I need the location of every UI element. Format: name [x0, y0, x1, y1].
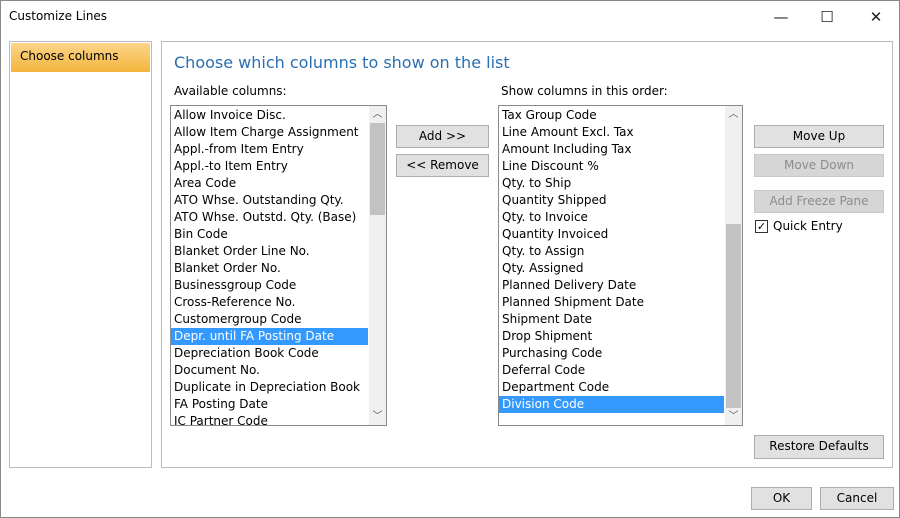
list-item[interactable]: Line Amount Excl. Tax — [499, 124, 724, 141]
list-item[interactable]: Area Code — [171, 175, 368, 192]
list-item[interactable]: Tax Group Code — [499, 107, 724, 124]
list-item[interactable]: Depreciation Book Code — [171, 345, 368, 362]
list-item[interactable]: ATO Whse. Outstd. Qty. (Base) — [171, 209, 368, 226]
list-item[interactable]: Quantity Invoiced — [499, 226, 724, 243]
list-item[interactable]: Line Discount % — [499, 158, 724, 175]
list-item[interactable]: Shipment Date — [499, 311, 724, 328]
list-item[interactable]: Purchasing Code — [499, 345, 724, 362]
scroll-up-icon[interactable]: ︿ — [369, 106, 386, 123]
move-up-button[interactable]: Move Up — [754, 125, 884, 148]
available-scrollbar[interactable]: ︿ ﹀ — [369, 106, 386, 425]
scroll-down-icon[interactable]: ﹀ — [369, 408, 386, 425]
scroll-down-icon[interactable]: ﹀ — [725, 408, 742, 425]
list-item[interactable]: Customergroup Code — [171, 311, 368, 328]
list-item[interactable]: Qty. Assigned — [499, 260, 724, 277]
list-item[interactable]: Amount Including Tax — [499, 141, 724, 158]
list-item[interactable]: IC Partner Code — [171, 413, 368, 425]
list-item[interactable]: Bin Code — [171, 226, 368, 243]
list-item[interactable]: Quantity Shipped — [499, 192, 724, 209]
available-columns-list[interactable]: Allow Invoice Disc. Allow Item Charge Ass… — [170, 105, 387, 426]
list-item[interactable]: Appl.-from Item Entry — [171, 141, 368, 158]
add-button[interactable]: Add >> — [396, 125, 489, 148]
restore-defaults-button[interactable]: Restore Defaults — [754, 435, 884, 459]
list-item[interactable]: Businessgroup Code — [171, 277, 368, 294]
list-item[interactable]: Qty. to Assign — [499, 243, 724, 260]
shown-scrollbar[interactable]: ︿ ﹀ — [725, 106, 742, 425]
list-item[interactable]: Qty. to Ship — [499, 175, 724, 192]
list-item[interactable]: Drop Shipment — [499, 328, 724, 345]
list-item[interactable]: ATO Whse. Outstanding Qty. — [171, 192, 368, 209]
list-item[interactable]: Planned Delivery Date — [499, 277, 724, 294]
nav-panel: Choose columns — [9, 41, 152, 468]
minimize-button[interactable]: — — [766, 5, 796, 29]
scrollbar-thumb[interactable] — [726, 224, 741, 408]
list-item[interactable]: Allow Invoice Disc. — [171, 107, 368, 124]
window-title: Customize Lines — [9, 9, 108, 23]
remove-button[interactable]: << Remove — [396, 154, 489, 177]
move-down-button[interactable]: Move Down — [754, 154, 884, 177]
close-button[interactable]: ✕ — [861, 5, 891, 29]
list-item[interactable]: Document No. — [171, 362, 368, 379]
quick-entry-checkbox[interactable]: ✓ — [755, 220, 768, 233]
list-item[interactable]: Department Code — [499, 379, 724, 396]
list-item[interactable]: Depr. until FA Posting Date — [171, 328, 368, 345]
scrollbar-thumb[interactable] — [370, 123, 385, 215]
list-item[interactable]: FA Posting Date — [171, 396, 368, 413]
page-title: Choose which columns to show on the list — [174, 53, 510, 72]
ok-button[interactable]: OK — [751, 487, 812, 510]
list-item[interactable]: Division Code — [499, 396, 724, 413]
list-item[interactable]: Allow Item Charge Assignment — [171, 124, 368, 141]
maximize-button[interactable]: ☐ — [812, 5, 842, 29]
shown-columns-list[interactable]: Tax Group Code Line Amount Excl. Tax Amoun… — [498, 105, 743, 426]
shown-columns-label: Show columns in this order: — [501, 84, 668, 98]
list-item[interactable]: Deferral Code — [499, 362, 724, 379]
quick-entry-label[interactable]: Quick Entry — [773, 219, 843, 233]
cancel-button[interactable]: Cancel — [820, 487, 894, 510]
list-item[interactable]: Blanket Order Line No. — [171, 243, 368, 260]
nav-item-choose-columns[interactable]: Choose columns — [11, 43, 150, 72]
add-freeze-pane-button[interactable]: Add Freeze Pane — [754, 190, 884, 213]
list-item[interactable]: Duplicate in Depreciation Book — [171, 379, 368, 396]
available-columns-label: Available columns: — [174, 84, 287, 98]
list-item[interactable]: Qty. to Invoice — [499, 209, 724, 226]
list-item[interactable]: Planned Shipment Date — [499, 294, 724, 311]
scroll-up-icon[interactable]: ︿ — [725, 106, 742, 123]
list-item[interactable]: Cross-Reference No. — [171, 294, 368, 311]
list-item[interactable]: Blanket Order No. — [171, 260, 368, 277]
list-item[interactable]: Appl.-to Item Entry — [171, 158, 368, 175]
